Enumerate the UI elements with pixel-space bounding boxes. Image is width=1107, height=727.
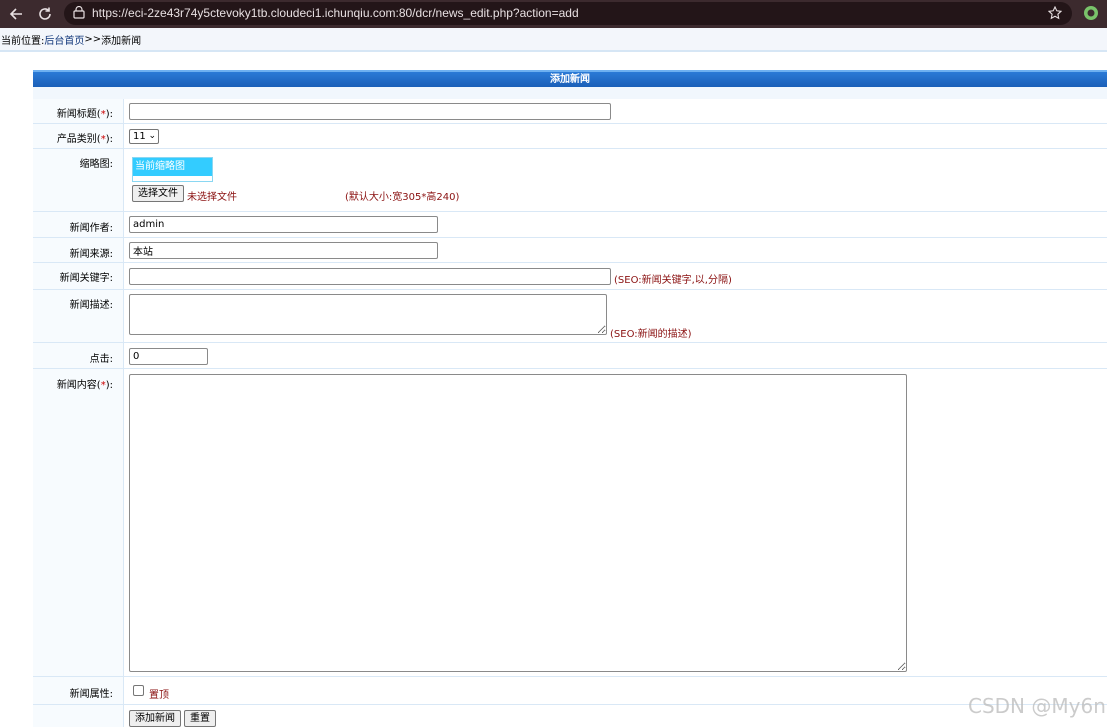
breadcrumb-separator: >>	[84, 33, 102, 45]
row-attributes: 新闻属性: 置顶	[33, 677, 1107, 705]
extension-status-icon[interactable]	[1083, 5, 1099, 21]
clicks-input[interactable]	[129, 348, 208, 365]
news-title-input[interactable]	[129, 103, 611, 120]
row-thumbnail: 缩略图: 当前缩略图 选择文件 未选择文件 (默认大小:宽305*高240)	[33, 149, 1107, 212]
row-title: 新闻标题(*):	[33, 99, 1107, 124]
thumbnail-current-label: 当前缩略图	[133, 158, 212, 176]
browser-toolbar: https://eci-2ze43r74y5ctevoky1tb.cloudec…	[0, 0, 1107, 28]
content-editor[interactable]	[129, 374, 907, 672]
row-category: 产品类别(*): 11 ⌄	[33, 124, 1107, 149]
csdn-watermark: CSDN @My6n	[968, 694, 1106, 718]
breadcrumb: 当前位置: 后台首页 >> 添加新闻	[0, 28, 1107, 52]
attributes-label: 新闻属性:	[33, 677, 124, 704]
breadcrumb-home-link[interactable]: 后台首页	[44, 32, 84, 47]
description-label: 新闻描述:	[33, 290, 124, 342]
form-title: 添加新闻	[33, 70, 1107, 87]
buttons-label-cell	[33, 705, 124, 727]
form-spacer	[33, 87, 1107, 99]
clicks-label: 点击:	[33, 343, 124, 368]
add-news-form: 添加新闻 新闻标题(*): 产品类别(*): 11 ⌄ 缩略图: 当前缩略图 选…	[33, 70, 1107, 727]
sticky-checkbox-label[interactable]: 置顶	[149, 686, 169, 701]
author-input[interactable]	[129, 216, 438, 233]
keywords-input[interactable]	[129, 268, 611, 285]
choose-file-button[interactable]: 选择文件	[132, 185, 184, 202]
no-file-text: 未选择文件	[187, 192, 237, 203]
row-buttons: 添加新闻 重置	[33, 705, 1107, 727]
description-textarea[interactable]	[129, 294, 607, 335]
thumbnail-preview: 当前缩略图	[132, 157, 213, 182]
sticky-checkbox[interactable]	[133, 685, 144, 696]
row-description: 新闻描述: (SEO:新闻的描述)	[33, 290, 1107, 343]
row-author: 新闻作者:	[33, 212, 1107, 238]
breadcrumb-current: 添加新闻	[101, 35, 142, 47]
reset-button[interactable]: 重置	[184, 710, 216, 727]
author-label: 新闻作者:	[33, 212, 124, 237]
address-bar[interactable]: https://eci-2ze43r74y5ctevoky1tb.cloudec…	[64, 2, 1072, 25]
reload-icon[interactable]	[34, 3, 56, 25]
title-label: 新闻标题(*):	[33, 99, 124, 123]
keywords-label: 新闻关键字:	[33, 263, 124, 289]
breadcrumb-prefix: 当前位置:	[1, 35, 45, 47]
site-info-icon[interactable]	[72, 5, 86, 20]
row-source: 新闻来源:	[33, 238, 1107, 263]
source-input[interactable]	[129, 242, 438, 259]
row-keywords: 新闻关键字: (SEO:新闻关键字,以,分隔)	[33, 263, 1107, 290]
thumbnail-label: 缩略图:	[33, 149, 124, 211]
chevron-down-icon: ⌄	[148, 131, 156, 141]
row-clicks: 点击:	[33, 343, 1107, 369]
source-label: 新闻来源:	[33, 238, 124, 262]
category-select[interactable]: 11 ⌄	[129, 129, 159, 144]
thumbnail-size-hint: (默认大小:宽305*高240)	[345, 192, 460, 203]
description-hint: (SEO:新闻的描述)	[610, 329, 692, 340]
category-label: 产品类别(*):	[33, 124, 124, 148]
back-arrow-icon[interactable]	[5, 3, 27, 25]
row-content: 新闻内容(*):	[33, 369, 1107, 677]
content-label: 新闻内容(*):	[33, 369, 124, 676]
url-text[interactable]: https://eci-2ze43r74y5ctevoky1tb.cloudec…	[92, 6, 579, 20]
keywords-hint: (SEO:新闻关键字,以,分隔)	[614, 275, 732, 286]
add-news-submit-button[interactable]: 添加新闻	[129, 710, 181, 727]
bookmark-star-icon[interactable]	[1047, 5, 1063, 20]
